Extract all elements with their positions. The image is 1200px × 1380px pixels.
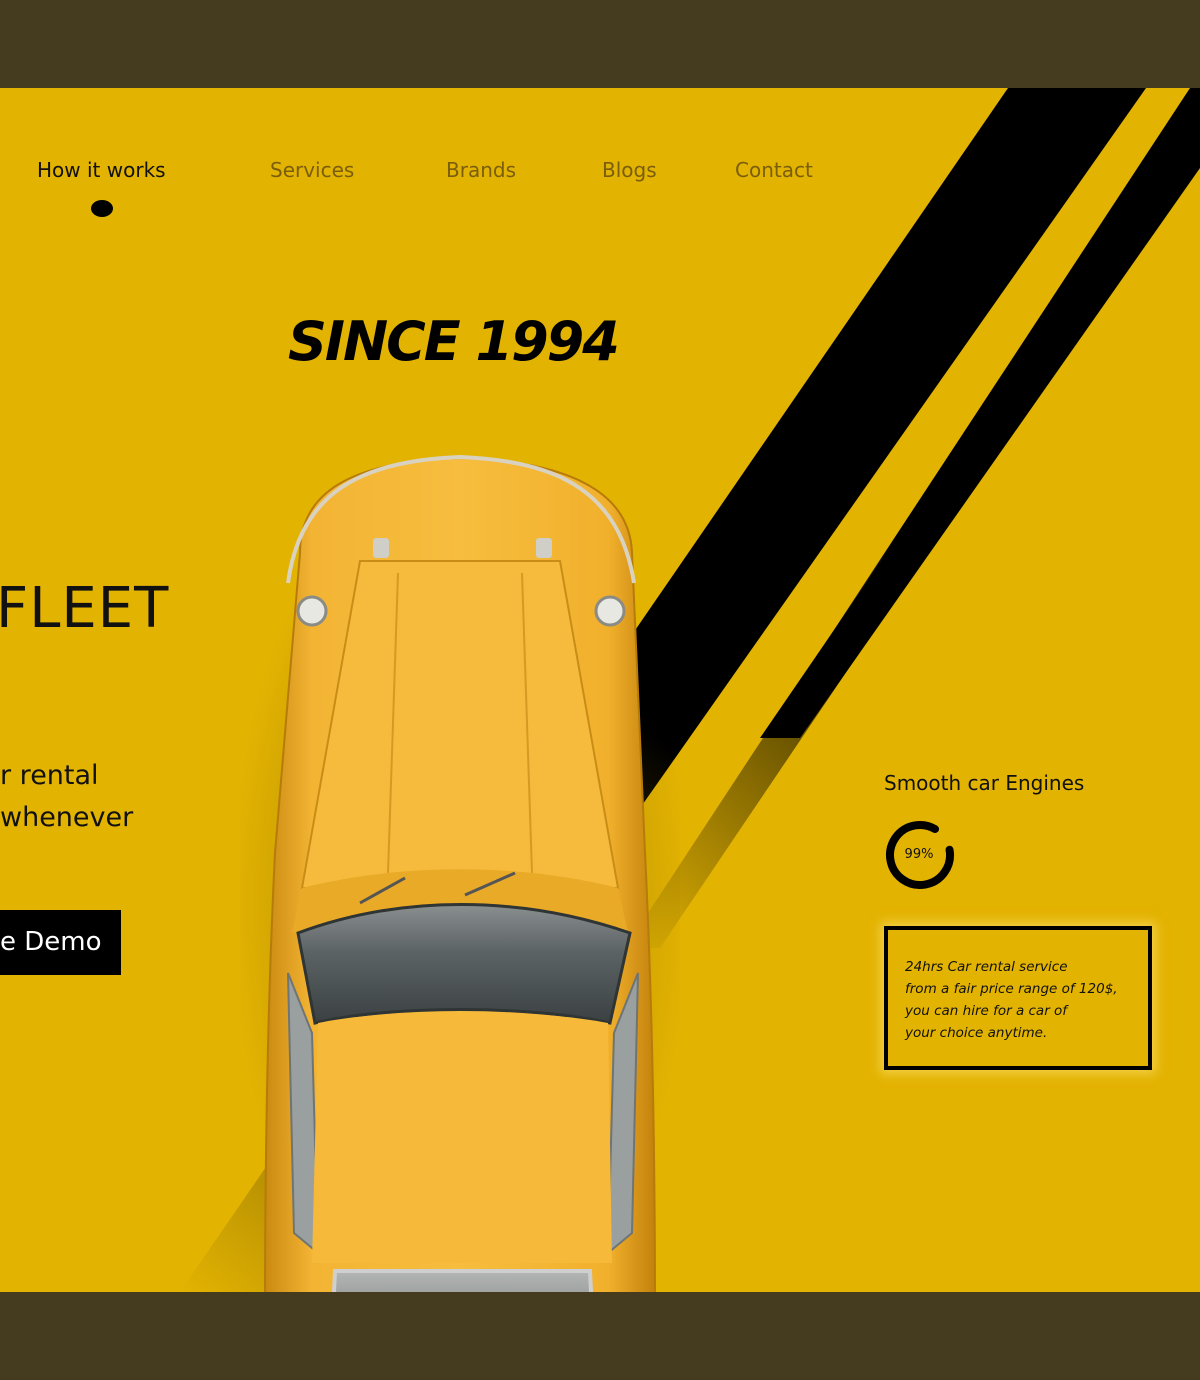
info-box: 24hrs Car rental service from a fair pri… [884,926,1152,1070]
nav-brands[interactable]: Brands [446,158,516,182]
car-image [240,454,680,1292]
info-line: 24hrs Car rental service [905,959,1068,975]
top-band [0,0,1200,88]
info-line: your choice anytime. [905,1025,1048,1041]
nav-blogs[interactable]: Blogs [602,158,657,182]
hero-section: How it works Services Brands Blogs Conta… [0,88,1200,1292]
nav-contact[interactable]: Contact [735,158,813,182]
nav-services[interactable]: Services [270,158,354,182]
gauge-value: 99% [904,847,934,862]
bottom-band [0,1292,1200,1380]
info-line: from a fair price range of 120$, [905,981,1118,997]
nav-active-indicator [91,200,113,217]
hero-heading-fragment: FLEET [0,576,170,641]
hero-description-line-2: whenever [0,802,134,833]
info-line: you can hire for a car of [905,1003,1068,1019]
demo-button[interactable]: e Demo [0,910,121,975]
hero-description-line-1: r rental [0,760,99,791]
engines-title: Smooth car Engines [884,771,1085,795]
since-heading: SINCE 1994 [288,310,620,373]
nav-how-it-works[interactable]: How it works [37,158,166,182]
